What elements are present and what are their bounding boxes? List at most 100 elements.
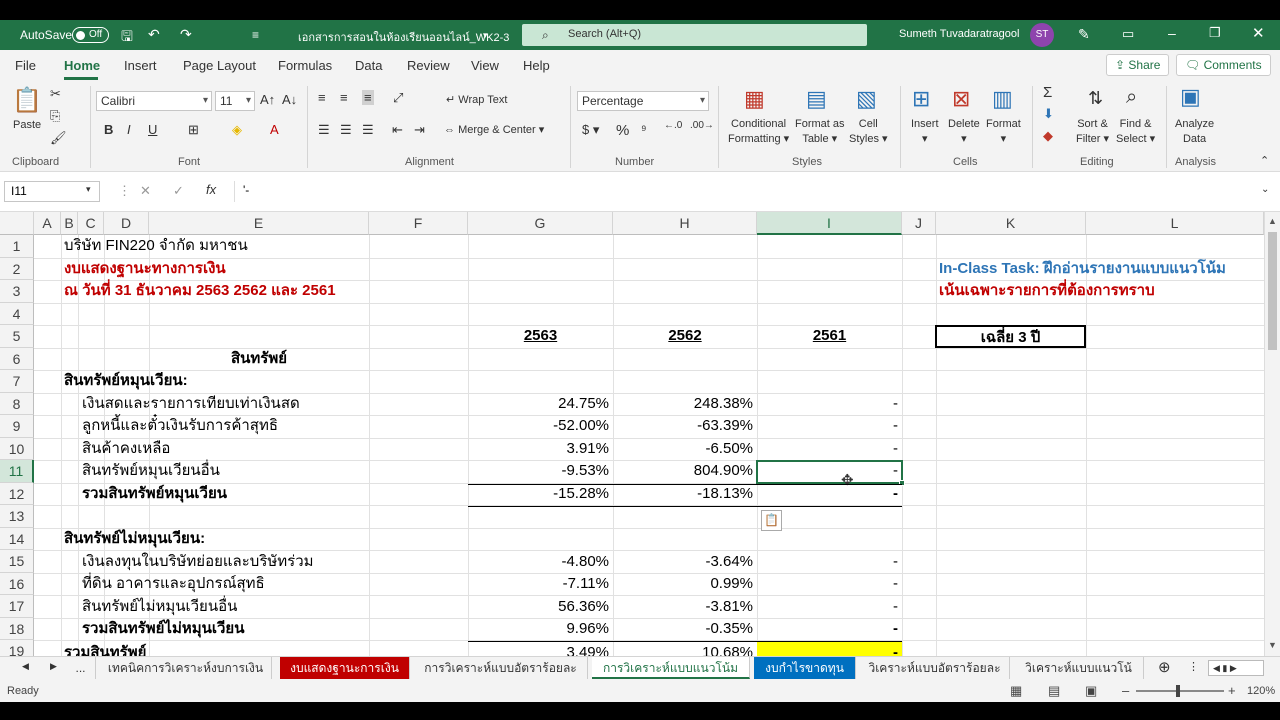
sheet-tab[interactable]: งบแสดงฐานะการเงิน	[280, 657, 410, 679]
normal-view-icon[interactable]: ▦	[1010, 683, 1022, 699]
collapse-ribbon-icon[interactable]: ⌃	[1260, 154, 1269, 167]
cell-g[interactable]: -15.28%	[468, 483, 609, 505]
col-header-l[interactable]: L	[1086, 212, 1264, 235]
noncurrent-assets-header[interactable]: สินทรัพย์ไม่หมุนเวียน:	[64, 528, 205, 550]
format-painter-icon[interactable]: 🖌	[50, 130, 67, 146]
insert-cells-icon[interactable]: ⊞	[912, 86, 930, 112]
insert-cells-button[interactable]: Insert ▾	[911, 117, 939, 147]
comma-icon[interactable]: ⁹	[641, 122, 647, 137]
year-2561-header[interactable]: 2561	[757, 325, 902, 347]
row-label[interactable]: สินค้าคงเหลือ	[82, 438, 170, 460]
row-header[interactable]: 3	[0, 280, 34, 303]
cell-i[interactable]: -	[757, 596, 898, 618]
row-header[interactable]: 7	[0, 370, 34, 393]
enter-icon[interactable]: ✓	[173, 183, 184, 199]
cell-g[interactable]: -4.80%	[468, 551, 609, 573]
redo-icon[interactable]: ↷	[180, 26, 192, 43]
underline-icon[interactable]: U	[148, 122, 157, 137]
sheet-tab[interactable]: เทคนิคการวิเคราะห์งบการเงิน	[100, 657, 272, 679]
increase-font-icon[interactable]: A↑	[260, 92, 275, 107]
row-label[interactable]: รวมสินทรัพย์หมุนเวียน	[82, 483, 227, 505]
cell-i[interactable]: -	[757, 438, 898, 460]
tab-file[interactable]: File	[15, 58, 36, 73]
vertical-scrollbar[interactable]: ▲ ▼	[1264, 212, 1280, 656]
row-header[interactable]: 15	[0, 550, 34, 573]
hscroll-mini[interactable]: ◀ ▮ ▶	[1208, 660, 1264, 676]
cell-i[interactable]: -	[757, 642, 898, 656]
format-cells-button[interactable]: Format ▾	[986, 117, 1021, 147]
align-bottom-icon[interactable]: ≡	[362, 90, 374, 105]
sheet-tab[interactable]: วิเคราะห์แบบอัตราร้อยละ	[860, 657, 1010, 679]
tab-page-layout[interactable]: Page Layout	[183, 58, 256, 73]
row-header[interactable]: 18	[0, 617, 34, 640]
zoom-level[interactable]: 120%	[1247, 685, 1275, 697]
row-header[interactable]: 11	[0, 460, 34, 483]
col-header-g[interactable]: G	[468, 212, 613, 235]
fill-color-icon[interactable]: ◈	[232, 122, 242, 138]
select-all-corner[interactable]	[0, 212, 34, 235]
tab-home[interactable]: Home	[64, 58, 100, 73]
ribbon-display-icon[interactable]: ▭	[1122, 26, 1134, 42]
decrease-decimal-icon[interactable]: .00→	[690, 120, 714, 131]
cell-h[interactable]: 248.38%	[613, 393, 753, 415]
col-header-k[interactable]: K	[936, 212, 1086, 235]
borders-icon[interactable]: ⊞	[188, 122, 199, 138]
cell-g[interactable]: -52.00%	[468, 415, 609, 437]
sheet-tab-active[interactable]: การวิเคราะห์แบบแนวโน้ม	[592, 657, 750, 679]
row-label[interactable]: สินทรัพย์ไม่หมุนเวียนอื่น	[82, 596, 237, 618]
delete-cells-button[interactable]: Delete ▾	[948, 117, 980, 147]
task-note-1[interactable]: In-Class Task: ฝึกอ่านรายงานแบบแนวโน้ม	[939, 258, 1226, 280]
undo-icon[interactable]: ↶	[148, 26, 160, 43]
cell-i[interactable]: -	[757, 393, 898, 415]
format-as-table-icon[interactable]: ▤	[806, 86, 827, 112]
row-label[interactable]: เงินสดและรายการเทียบเท่าเงินสด	[82, 393, 300, 415]
scroll-tabs-right-icon[interactable]: ▶	[50, 661, 57, 672]
format-as-table-button[interactable]: Format as Table ▾	[795, 117, 845, 147]
tab-review[interactable]: Review	[407, 58, 450, 73]
font-name-select[interactable]: Calibri	[96, 91, 212, 111]
row-header[interactable]: 6	[0, 347, 34, 370]
scroll-tabs-left-icon[interactable]: ◀	[22, 661, 29, 672]
row-header[interactable]: 17	[0, 595, 34, 618]
row-header[interactable]: 14	[0, 527, 34, 550]
decrease-font-icon[interactable]: A↓	[282, 92, 297, 107]
row-label[interactable]: เงินลงทุนในบริษัทย่อยและบริษัทร่วม	[82, 551, 314, 573]
close-icon[interactable]: ✕	[1252, 24, 1265, 42]
autosum-icon[interactable]: Σ	[1043, 84, 1052, 101]
row-header[interactable]: 1	[0, 235, 34, 258]
number-format-select[interactable]: Percentage	[577, 91, 709, 111]
conditional-formatting-icon[interactable]: ▦	[744, 86, 765, 112]
autosave-toggle[interactable]: Off	[72, 27, 109, 43]
currency-icon[interactable]: $ ▾	[582, 122, 599, 138]
align-right-icon[interactable]: ☰	[362, 122, 374, 138]
row-header[interactable]: 5	[0, 325, 34, 348]
delete-cells-icon[interactable]: ⊠	[952, 86, 970, 112]
statement-title[interactable]: งบแสดงฐานะทางการเงิน	[64, 258, 226, 280]
cell-i[interactable]: -	[757, 415, 898, 437]
zoom-slider-track[interactable]	[1136, 690, 1224, 692]
paste-button[interactable]: Paste	[13, 118, 41, 133]
year-2563-header[interactable]: 2563	[468, 325, 613, 347]
average-3y-header[interactable]: เฉลี่ย 3 ปี	[935, 325, 1086, 348]
align-center-icon[interactable]: ☰	[340, 122, 352, 138]
restore-icon[interactable]: ❐	[1209, 25, 1221, 41]
cell-h[interactable]: -3.81%	[613, 596, 753, 618]
tab-insert[interactable]: Insert	[124, 58, 157, 73]
sheet-tab[interactable]: งบกำไรขาดทุน	[754, 657, 856, 679]
cell-h[interactable]: 0.99%	[613, 573, 753, 595]
cell-h[interactable]: -3.64%	[613, 551, 753, 573]
row-header[interactable]: 12	[0, 482, 34, 505]
col-header-b[interactable]: B	[61, 212, 78, 235]
row-header[interactable]: 19	[0, 640, 34, 656]
tab-formulas[interactable]: Formulas	[278, 58, 332, 73]
row-header[interactable]: 13	[0, 505, 34, 528]
cell-styles-icon[interactable]: ▧	[856, 86, 877, 112]
zoom-out-icon[interactable]: –	[1122, 683, 1129, 698]
assets-header[interactable]: สินทรัพย์	[149, 348, 369, 370]
sheet-tab[interactable]: การวิเคราะห์แบบอัตราร้อยละ	[414, 657, 588, 679]
format-cells-icon[interactable]: ▥	[992, 86, 1013, 112]
align-top-icon[interactable]: ≡	[318, 90, 326, 105]
insert-function-icon[interactable]: fx	[206, 182, 216, 197]
customize-icon[interactable]: ≡	[252, 28, 259, 42]
wrap-text-button[interactable]: ↵ Wrap Text	[446, 93, 507, 108]
